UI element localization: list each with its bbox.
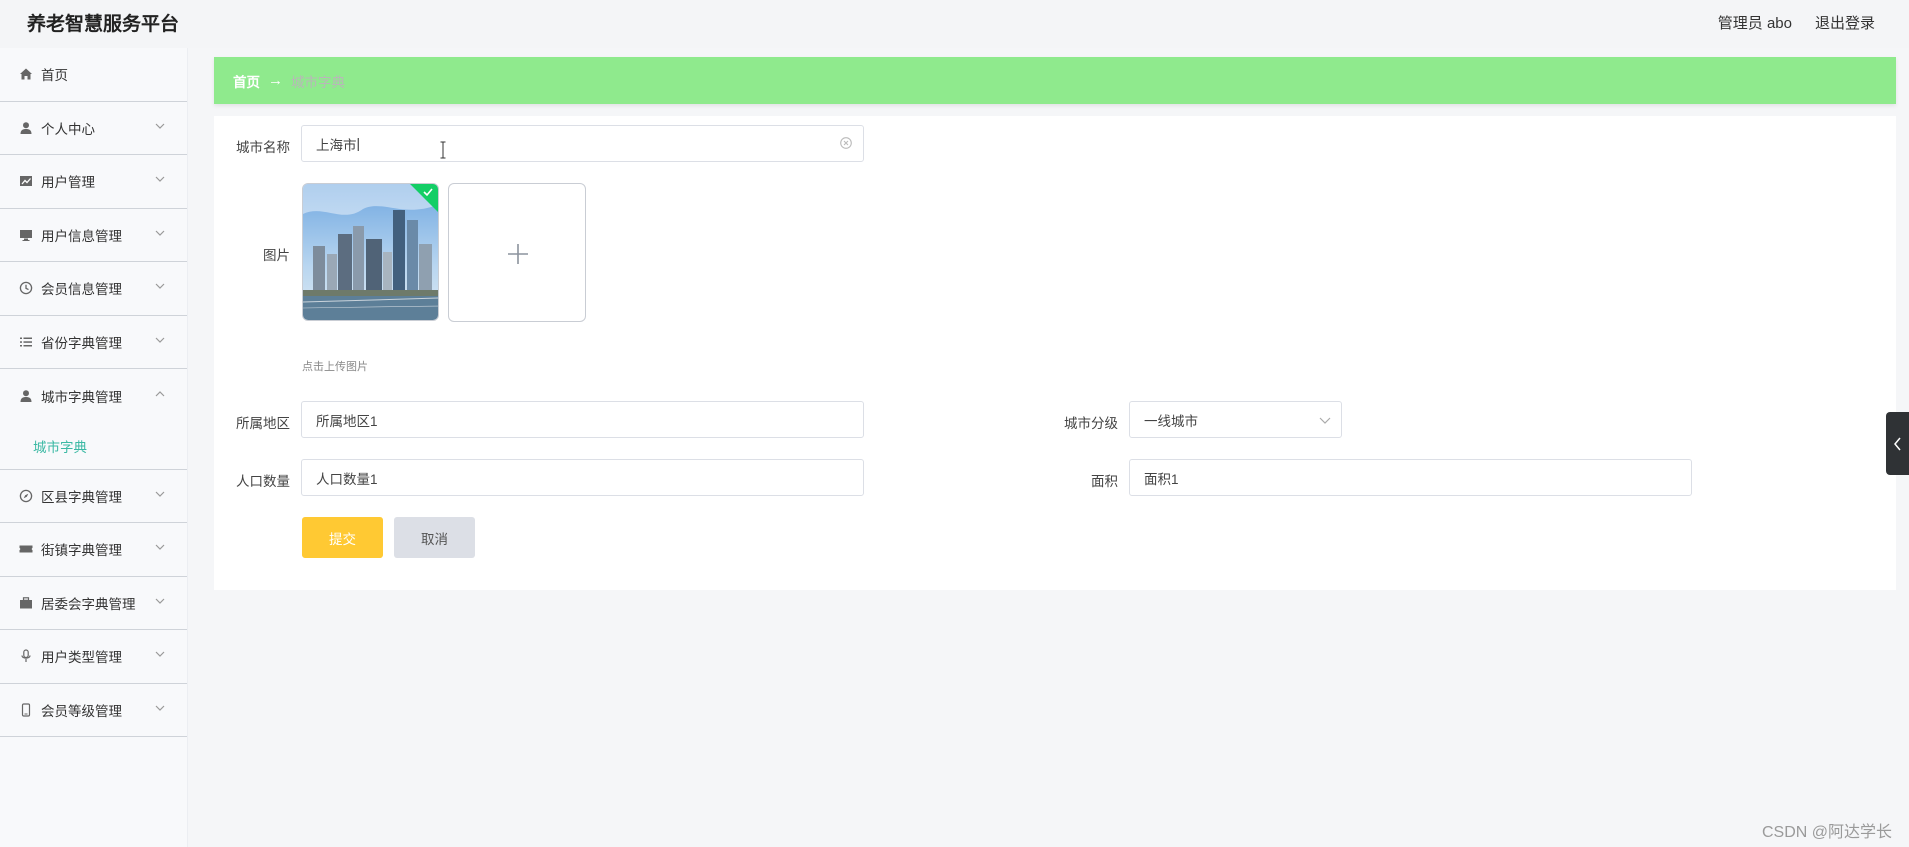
region-label: 所属地区 [236,416,290,431]
breadcrumb-arrow-icon: → [268,72,283,89]
chevron-down-icon [1319,417,1331,424]
sidebar-item-label: 会员等级管理 [41,703,122,719]
sidebar-item-label: 会员信息管理 [41,282,122,298]
top-bar: 养老智慧服务平台 管理员 abo 退出登录 [0,0,1909,48]
sidebar: 首页 个人中心 用户管理 用户信息管理 会员信息管理 省份字典管理 城市字典管理… [0,48,188,847]
region-input[interactable]: 所属地区1 [301,401,864,438]
sidebar-item-label: 省份字典管理 [41,335,122,351]
chevron-down-icon [155,491,165,497]
side-panel-toggle[interactable] [1886,412,1909,475]
city-level-label: 城市分级 [1064,416,1118,431]
home-icon [19,67,33,81]
chevron-down-icon [155,598,165,604]
breadcrumb-current: 城市字典 [291,74,345,90]
sidebar-item-label: 个人中心 [41,121,95,137]
upload-add-button[interactable] [448,183,586,322]
breadcrumb-home-link[interactable]: 首页 [233,71,260,91]
watermark: CSDN @阿达学长 [1761,824,1892,841]
user-icon [19,389,33,403]
compass-icon [19,489,33,503]
sidebar-item-label: 用户类型管理 [41,650,122,666]
region-value: 所属地区1 [316,413,378,429]
cancel-button[interactable]: 取消 [394,517,475,558]
current-user-label[interactable]: 管理员 abo [1718,12,1792,33]
chevron-down-icon [155,283,165,290]
sidebar-item-province-dict[interactable]: 省份字典管理 [0,316,187,369]
sidebar-item-label: 城市字典管理 [41,389,122,405]
sidebar-item-member-info[interactable]: 会员信息管理 [0,262,187,316]
city-name-value: 上海市 [316,137,357,153]
sidebar-item-committee-dict[interactable]: 居委会字典管理 [0,577,187,630]
briefcase-icon [19,596,33,610]
sidebar-item-street-dict[interactable]: 街镇字典管理 [0,523,187,577]
sidebar-item-label: 用户信息管理 [41,228,122,244]
uploaded-image-thumbnail[interactable] [302,183,439,321]
chevron-down-icon [155,123,165,129]
text-cursor-icon [440,141,446,159]
chevron-down-icon [155,651,165,658]
image-label: 图片 [263,248,290,263]
area-value: 面积1 [1144,471,1179,487]
sidebar-item-user-type[interactable]: 用户类型管理 [0,630,187,684]
chevron-down-icon [155,544,165,551]
submit-button[interactable]: 提交 [302,517,383,558]
city-skyline-image [303,184,438,320]
population-input[interactable]: 人口数量1 [301,459,864,496]
city-name-label: 城市名称 [236,140,290,155]
sidebar-subitem-city-dict[interactable]: 城市字典 [0,423,187,470]
sidebar-item-label: 居委会字典管理 [41,596,136,612]
list-icon [19,335,33,349]
sidebar-item-home[interactable]: 首页 [0,48,187,102]
chevron-down-icon [155,337,165,343]
phone-icon [19,703,33,717]
chevron-down-icon [155,230,165,236]
population-label: 人口数量 [236,474,290,489]
plus-icon [508,244,528,264]
monitor-icon [19,228,33,242]
area-label: 面积 [1091,474,1118,489]
upload-tip: 点击上传图片 [302,361,368,373]
sidebar-item-label: 首页 [41,68,68,84]
population-value: 人口数量1 [316,471,378,487]
chevron-up-icon [155,390,165,397]
clear-icon[interactable] [839,136,853,150]
sidebar-item-label: 区县字典管理 [41,489,122,505]
sidebar-item-label: 用户管理 [41,175,95,191]
area-input[interactable]: 面积1 [1129,459,1692,496]
chevron-left-icon [1894,437,1901,451]
top-right-actions: 管理员 abo 退出登录 [1718,12,1875,33]
logout-button[interactable]: 退出登录 [1815,12,1875,33]
chart-icon [19,174,33,188]
chevron-down-icon [155,176,165,183]
sidebar-item-city-dict[interactable]: 城市字典管理 [0,369,187,423]
ticket-icon [19,542,33,556]
clock-icon [19,281,33,295]
sidebar-item-user-management[interactable]: 用户管理 [0,155,187,209]
city-level-select[interactable]: 一线城市 [1129,401,1342,438]
sidebar-item-personal-center[interactable]: 个人中心 [0,102,187,155]
app-title: 养老智慧服务平台 [27,14,180,35]
sidebar-item-member-level[interactable]: 会员等级管理 [0,684,187,737]
city-level-value: 一线城市 [1144,413,1198,429]
breadcrumb: 首页 → 城市字典 [214,57,1896,104]
user-icon [19,121,33,135]
sidebar-item-district-dict[interactable]: 区县字典管理 [0,470,187,523]
city-name-input[interactable]: 上海市 | [301,125,864,162]
chevron-down-icon [155,705,165,711]
check-icon [423,188,433,197]
sidebar-item-label: 街镇字典管理 [41,543,122,559]
microphone-icon [19,649,33,663]
sidebar-item-user-info[interactable]: 用户信息管理 [0,209,187,262]
